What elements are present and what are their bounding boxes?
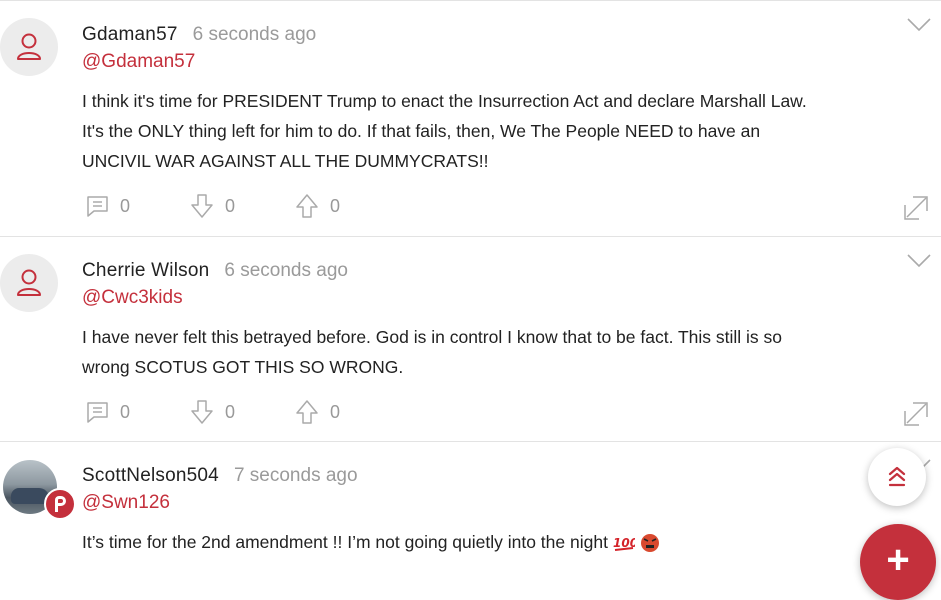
downvote-button[interactable]: 0 <box>189 399 235 425</box>
post-header: Cherrie Wilson 6 seconds ago <box>82 260 348 282</box>
arrow-up-icon <box>296 194 318 218</box>
username[interactable]: ScottNelson504 <box>82 465 219 487</box>
arrow-down-icon <box>191 400 213 424</box>
post-header: Gdaman57 6 seconds ago <box>82 24 316 46</box>
upvote-button[interactable]: 0 <box>294 399 340 425</box>
post-card: Cherrie Wilson 6 seconds ago @Cwc3kids I… <box>0 236 941 442</box>
username[interactable]: Cherrie Wilson <box>82 260 209 282</box>
plus-icon: + <box>886 538 910 582</box>
post-body-line: It's the ONLY thing left for him to do. … <box>82 121 761 141</box>
add-post-button[interactable]: + <box>860 524 936 600</box>
parler-badge <box>44 488 76 520</box>
downvote-count: 0 <box>225 195 236 216</box>
upvote-count: 0 <box>330 195 341 216</box>
chevron-down-icon[interactable] <box>907 18 931 32</box>
comment-icon <box>87 196 108 217</box>
timestamp: 6 seconds ago <box>192 24 317 45</box>
post-body: I have never felt this betrayed before. … <box>82 322 932 382</box>
post-body-line: It’s time for the 2nd amendment !! I’m n… <box>82 532 608 552</box>
avatar[interactable] <box>0 18 58 76</box>
user-icon <box>17 33 41 60</box>
upvote-button[interactable]: 0 <box>294 193 340 219</box>
post-feed: Gdaman57 6 seconds ago @Gdaman57 I think… <box>0 0 941 564</box>
downvote-count: 0 <box>225 401 236 422</box>
post-body-line: wrong SCOTUS GOT THIS SO WRONG. <box>82 357 404 377</box>
downvote-button[interactable]: 0 <box>189 193 235 219</box>
post-body-line: I think it's time for PRESIDENT Trump to… <box>82 91 807 111</box>
comment-icon <box>87 402 108 423</box>
expand-icon[interactable] <box>903 401 929 427</box>
post-card: Gdaman57 6 seconds ago @Gdaman57 I think… <box>0 0 941 237</box>
post-body: It’s time for the 2nd amendment !! I’m n… <box>82 527 932 557</box>
user-handle[interactable]: @Swn126 <box>82 492 170 514</box>
comment-button[interactable]: 0 <box>84 193 130 219</box>
timestamp: 6 seconds ago <box>224 260 348 281</box>
hundred-points-icon: 100 <box>613 536 635 552</box>
comment-count: 0 <box>120 401 131 422</box>
parler-logo-icon <box>55 496 66 512</box>
user-icon <box>17 269 41 296</box>
scroll-to-top-button[interactable] <box>868 448 926 506</box>
post-body: I think it's time for PRESIDENT Trump to… <box>82 86 932 176</box>
timestamp: 7 seconds ago <box>233 465 358 486</box>
comment-button[interactable]: 0 <box>84 399 130 425</box>
user-handle[interactable]: @Cwc3kids <box>82 287 183 309</box>
post-body-line: UNCIVIL WAR AGAINST ALL THE DUMMYCRATS!! <box>82 151 489 171</box>
comment-count: 0 <box>120 195 131 216</box>
avatar[interactable] <box>0 254 58 312</box>
post-card: ScottNelson504 7 seconds ago @Swn126 It’… <box>0 441 941 565</box>
upvote-count: 0 <box>330 401 341 422</box>
chevron-down-icon[interactable] <box>907 254 931 268</box>
user-handle[interactable]: @Gdaman57 <box>82 51 195 73</box>
expand-icon[interactable] <box>903 195 929 221</box>
post-body-line: I have never felt this betrayed before. … <box>82 327 783 347</box>
arrow-down-icon <box>191 194 213 218</box>
arrow-up-icon <box>296 400 318 424</box>
username[interactable]: Gdaman57 <box>82 24 178 46</box>
angry-face-icon <box>640 534 659 553</box>
post-header: ScottNelson504 7 seconds ago <box>82 465 358 487</box>
scroll-up-icon <box>888 466 906 487</box>
